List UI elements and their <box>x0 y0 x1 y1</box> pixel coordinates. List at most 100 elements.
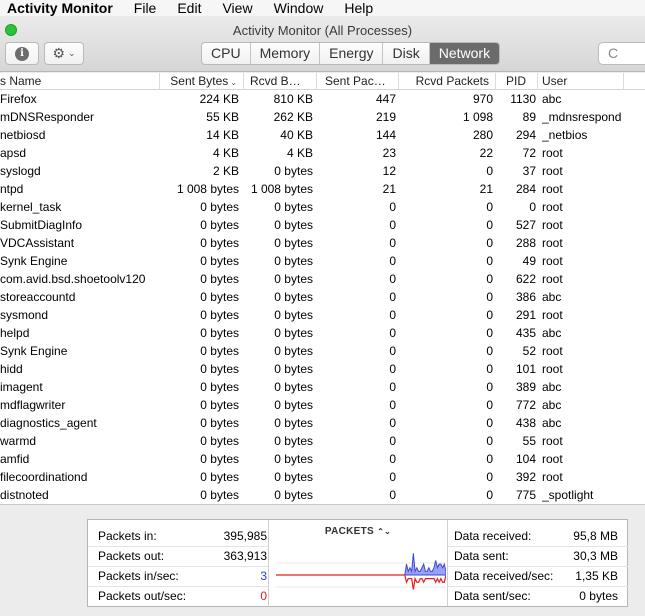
table-row[interactable]: mdflagwriter 0 bytes 0 bytes 0 0 772 abc <box>0 396 645 414</box>
column-header-user[interactable]: User <box>538 73 624 90</box>
stat-label: Packets out: <box>98 549 165 563</box>
table-row[interactable]: imagent 0 bytes 0 bytes 0 0 389 abc <box>0 378 645 396</box>
table-row[interactable]: hidd 0 bytes 0 bytes 0 0 101 root <box>0 360 645 378</box>
cell-sent-packets: 447 <box>375 92 396 106</box>
table-row[interactable]: syslogd 2 KB 0 bytes 12 0 37 root <box>0 162 645 180</box>
cell-sent-packets: 0 <box>389 272 396 286</box>
cell-rcvd-bytes: 0 bytes <box>274 488 313 502</box>
cell-sent-bytes: 0 bytes <box>200 452 239 466</box>
menu-app-name[interactable]: Activity Monitor <box>7 0 113 16</box>
window-title: Activity Monitor (All Processes) <box>232 23 413 38</box>
cell-process-name: distnoted <box>0 488 49 502</box>
cell-pid: 392 <box>515 470 536 484</box>
table-row[interactable]: SubmitDiagInfo 0 bytes 0 bytes 0 0 527 root <box>0 216 645 234</box>
cell-process-name: mDNSResponder <box>0 110 95 124</box>
menu-edit[interactable]: Edit <box>177 0 201 16</box>
cell-sent-bytes: 0 bytes <box>200 236 239 250</box>
cell-rcvd-packets: 0 <box>486 380 493 394</box>
cell-rcvd-packets: 0 <box>486 344 493 358</box>
cell-rcvd-bytes: 810 KB <box>273 92 313 106</box>
cell-user: abc <box>542 290 562 304</box>
cell-pid: 49 <box>522 254 536 268</box>
table-row[interactable]: kernel_task 0 bytes 0 bytes 0 0 0 root <box>0 198 645 216</box>
tab-network[interactable]: Network <box>429 43 500 64</box>
column-header-name[interactable]: s Name <box>0 73 160 90</box>
search-icon: C <box>608 45 619 61</box>
table-row[interactable]: storeaccountd 0 bytes 0 bytes 0 0 386 abc <box>0 288 645 306</box>
cell-rcvd-bytes: 0 bytes <box>274 326 313 340</box>
tab-energy[interactable]: Energy <box>320 43 384 64</box>
column-header-sent-packets[interactable]: Sent Pac… <box>317 73 399 90</box>
action-menu-button[interactable]: ⚙ ⌄ <box>44 42 84 65</box>
tab-cpu[interactable]: CPU <box>202 43 251 64</box>
menu-help[interactable]: Help <box>344 0 373 16</box>
cell-rcvd-packets: 0 <box>486 326 493 340</box>
search-field[interactable]: C <box>598 42 645 65</box>
cell-rcvd-packets: 970 <box>472 92 493 106</box>
cell-sent-packets: 0 <box>389 236 396 250</box>
table-row[interactable]: warmd 0 bytes 0 bytes 0 0 55 root <box>0 432 645 450</box>
cell-process-name: Synk Engine <box>0 254 68 268</box>
cell-sent-packets: 0 <box>389 434 396 448</box>
cell-user: root <box>542 164 563 178</box>
table-row[interactable]: sysmond 0 bytes 0 bytes 0 0 291 root <box>0 306 645 324</box>
table-row[interactable]: com.avid.bsd.shoetoolv120 0 bytes 0 bytes 0… <box>0 270 645 288</box>
table-row[interactable]: filecoordinationd 0 bytes 0 bytes 0 0 392 root <box>0 468 645 486</box>
tab-memory[interactable]: Memory <box>251 43 321 64</box>
cell-process-name: SubmitDiagInfo <box>0 218 83 232</box>
column-header-pid[interactable]: PID <box>496 73 538 90</box>
cell-process-name: filecoordinationd <box>0 470 88 484</box>
column-header-rcvd-bytes[interactable]: Rcvd B… <box>244 73 317 90</box>
cell-process-name: ntpd <box>0 182 24 196</box>
cell-rcvd-packets: 0 <box>486 164 493 178</box>
cell-sent-packets: 144 <box>375 128 396 142</box>
column-header-rcvd-packets[interactable]: Rcvd Packets <box>399 73 496 90</box>
cell-rcvd-packets: 0 <box>486 434 493 448</box>
inspect-process-button[interactable]: i <box>5 42 39 65</box>
cell-sent-bytes: 0 bytes <box>200 488 239 502</box>
table-row[interactable]: VDCAssistant 0 bytes 0 bytes 0 0 288 root <box>0 234 645 252</box>
cell-process-name: sysmond <box>0 308 49 322</box>
cell-pid: 52 <box>522 344 536 358</box>
menu-window[interactable]: Window <box>274 0 324 16</box>
cell-sent-packets: 0 <box>389 254 396 268</box>
menu-view[interactable]: View <box>222 0 252 16</box>
cell-user: abc <box>542 380 562 394</box>
cell-rcvd-packets: 21 <box>479 182 493 196</box>
cell-user: root <box>542 308 563 322</box>
column-header-sent-bytes[interactable]: Sent Bytes ⌄ <box>160 73 244 90</box>
cell-user: root <box>542 146 563 160</box>
cell-sent-bytes: 0 bytes <box>200 254 239 268</box>
info-icon: i <box>15 46 29 61</box>
cell-rcvd-bytes: 0 bytes <box>274 254 313 268</box>
cell-process-name: Synk Engine <box>0 344 68 358</box>
table-row[interactable]: diagnostics_agent 0 bytes 0 bytes 0 0 438 abc <box>0 414 645 432</box>
packets-chart <box>276 553 446 590</box>
cell-user: root <box>542 470 563 484</box>
table-row[interactable]: Firefox 224 KB 810 KB 447 970 1130 abc <box>0 90 645 108</box>
network-summary-panel: Packets in: 395,985 Data received: 95,8 … <box>0 504 645 616</box>
stat-value-data-received: 95,8 MB <box>573 529 618 543</box>
table-row[interactable]: apsd 4 KB 4 KB 23 22 72 root <box>0 144 645 162</box>
table-row[interactable]: mDNSResponder 55 KB 262 KB 219 1 098 89 _mdnsr… <box>0 108 645 126</box>
chart-mode-selector[interactable]: PACKETS ⌃⌄ <box>268 526 448 537</box>
menu-bar: Activity Monitor File Edit View Window H… <box>0 0 645 16</box>
table-row[interactable]: distnoted 0 bytes 0 bytes 0 0 775 _spotlight <box>0 486 645 504</box>
tab-disk[interactable]: Disk <box>383 43 430 64</box>
cell-user: root <box>542 236 563 250</box>
chevron-down-icon: ⌄ <box>68 48 76 58</box>
cell-pid: 89 <box>522 110 536 124</box>
cell-user: root <box>542 272 563 286</box>
menu-file[interactable]: File <box>134 0 157 16</box>
table-row[interactable]: ntpd 1 008 bytes 1 008 bytes 21 21 284 root <box>0 180 645 198</box>
cell-rcvd-packets: 0 <box>486 416 493 430</box>
table-row[interactable]: helpd 0 bytes 0 bytes 0 0 435 abc <box>0 324 645 342</box>
cell-sent-packets: 0 <box>389 452 396 466</box>
table-row[interactable]: netbiosd 14 KB 40 KB 144 280 294 _netbios <box>0 126 645 144</box>
cell-sent-packets: 0 <box>389 344 396 358</box>
table-row[interactable]: Synk Engine 0 bytes 0 bytes 0 0 52 root <box>0 342 645 360</box>
cell-rcvd-packets: 0 <box>486 488 493 502</box>
cell-user: _mdnsrespond <box>542 110 622 124</box>
table-row[interactable]: amfid 0 bytes 0 bytes 0 0 104 root <box>0 450 645 468</box>
table-row[interactable]: Synk Engine 0 bytes 0 bytes 0 0 49 root <box>0 252 645 270</box>
